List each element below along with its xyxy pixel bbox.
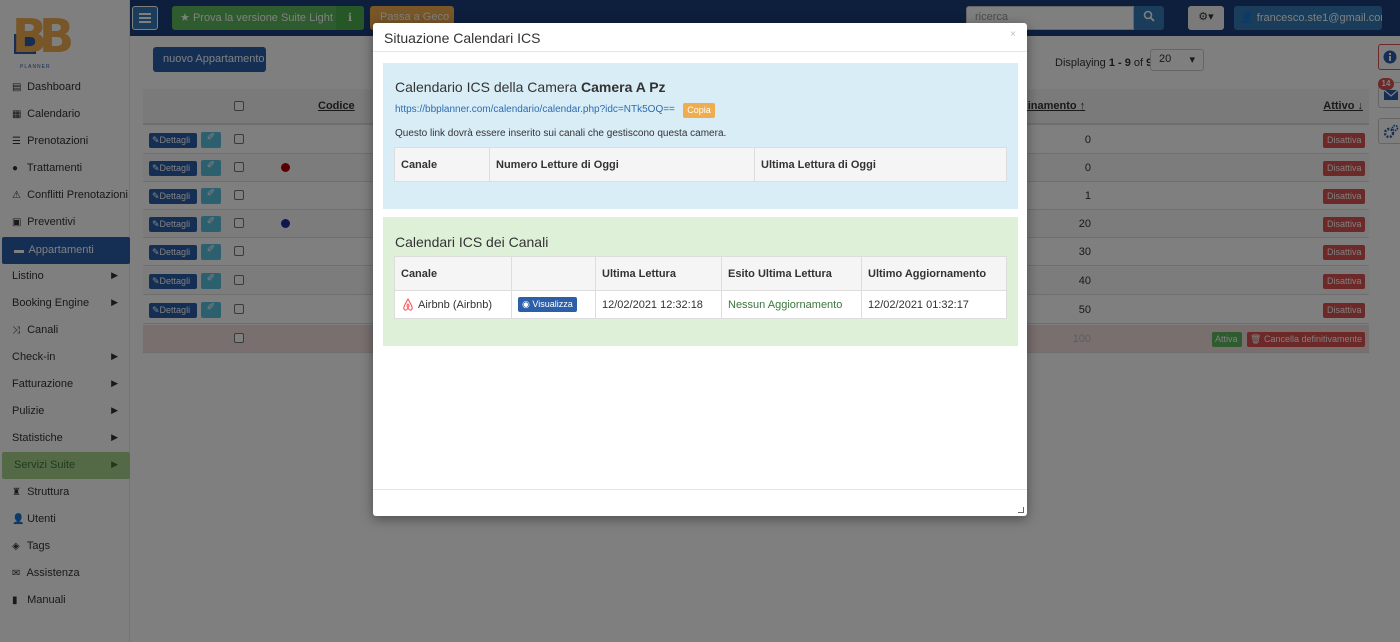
last-read-cell: 12/02/2021 12:32:18: [595, 290, 722, 319]
view-cell: ◉ Visualizza: [511, 290, 596, 319]
close-icon[interactable]: ×: [1010, 29, 1016, 40]
result-cell: Nessun Aggiornamento: [721, 290, 862, 319]
view-button[interactable]: ◉ Visualizza: [518, 297, 577, 312]
copy-button[interactable]: Copia: [683, 103, 715, 118]
last-update-cell: 12/02/2021 01:32:17: [861, 290, 1007, 319]
channels-ics-title: Calendari ICS dei Canali: [395, 234, 549, 250]
table-row: Airbnb (Airbnb) ◉ Visualizza 12/02/2021 …: [394, 290, 1007, 319]
room-reads-table: Canale Numero Letture di Oggi Ultima Let…: [394, 147, 1007, 182]
eye-icon: ◉: [522, 299, 530, 309]
table-header-row: Canale Ultima Lettura Esito Ultima Lettu…: [394, 256, 1007, 291]
column-actions: [511, 256, 596, 291]
ics-note: Questo link dovrà essere inserito sui ca…: [395, 128, 727, 139]
modal-footer: [373, 489, 1027, 516]
modal-header: Situazione Calendari ICS ×: [373, 23, 1027, 52]
modal-title: Situazione Calendari ICS: [384, 30, 541, 46]
channel-name-cell: Airbnb (Airbnb): [394, 290, 512, 319]
room-ics-panel: Calendario ICS della Camera Camera A Pz …: [383, 63, 1018, 209]
column-ultimo-aggiornamento: Ultimo Aggiornamento: [861, 256, 1007, 291]
room-name: Camera A Pz: [580, 79, 666, 95]
ics-url-link[interactable]: https://bbplanner.com/calendario/calenda…: [395, 104, 675, 115]
channels-ics-panel: Calendari ICS dei Canali Canale Ultima L…: [383, 217, 1018, 346]
column-esito: Esito Ultima Lettura: [721, 256, 862, 291]
column-ultima-lettura: Ultima Lettura di Oggi: [754, 147, 1007, 182]
column-canale: Canale: [394, 256, 512, 291]
column-numero-letture: Numero Letture di Oggi: [489, 147, 755, 182]
column-canale: Canale: [394, 147, 490, 182]
table-header-row: Canale Numero Letture di Oggi Ultima Let…: [394, 147, 1007, 182]
room-ics-title: Calendario ICS della Camera Camera A Pz: [395, 79, 666, 95]
ics-calendars-modal: Situazione Calendari ICS × Calendario IC…: [373, 23, 1027, 516]
resize-handle-icon[interactable]: [1018, 507, 1024, 513]
airbnb-icon: [403, 297, 413, 311]
channels-table: Canale Ultima Lettura Esito Ultima Lettu…: [394, 256, 1007, 319]
column-ultima-lettura: Ultima Lettura: [595, 256, 722, 291]
